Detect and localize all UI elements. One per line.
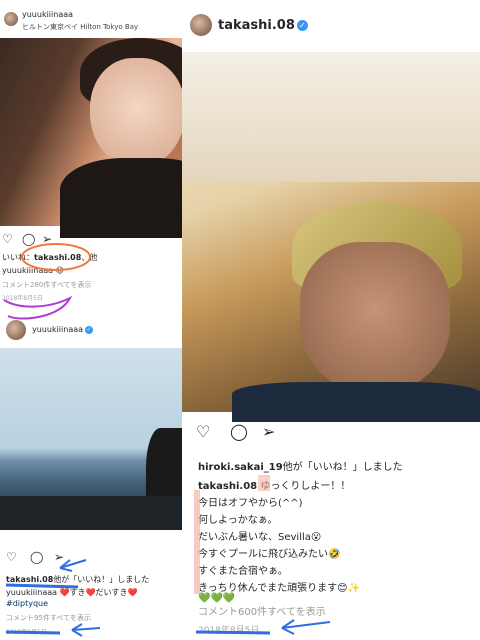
post-actions: ♡ ◯ ➢ <box>182 420 480 444</box>
caption-line: 今すぐプールに飛び込みたい🤣 <box>198 549 341 560</box>
likes-line: いいね：takashi.08、他 <box>2 252 97 263</box>
verified-badge-icon: ✓ <box>296 20 308 31</box>
heart-icon[interactable]: ♡ <box>6 551 17 563</box>
heart-icon[interactable]: ♡ <box>2 233 13 245</box>
likes-suffix: 、他 <box>81 253 98 262</box>
post-location[interactable]: ヒルトン東京ベイ Hilton Tokyo Bay <box>22 22 138 32</box>
share-icon[interactable]: ➢ <box>54 551 64 563</box>
post-photo[interactable] <box>0 348 182 530</box>
caption-user-link[interactable]: takashi.08 <box>198 481 257 492</box>
post-username-row: takashi.08 ✓ <box>218 18 308 33</box>
caption-line: 今日はオフやから(^^) <box>198 498 303 509</box>
likes-line: hiroki.sakai_19他が「いいね！」しました <box>198 458 403 473</box>
comment-icon[interactable]: ◯ <box>30 551 43 563</box>
photo-background <box>182 52 480 182</box>
photo-window-sill <box>0 496 182 530</box>
post-username-row: yuuukiiinaaa ✓ <box>32 325 94 334</box>
photo-face <box>90 58 185 168</box>
post-date: 2018年8月5日 <box>198 626 260 636</box>
post-photo[interactable] <box>182 52 480 422</box>
likes-user-link[interactable]: takashi.08 <box>34 253 81 262</box>
verified-badge-icon: ✓ <box>85 325 94 334</box>
likes-user-link[interactable]: takashi.08 <box>6 575 53 584</box>
likes-line: takashi.08他が「いいね！」しました <box>6 574 149 585</box>
post-date: 2018年8月5日 <box>2 295 43 302</box>
view-comments-link[interactable]: コメント600件すべてを表示 <box>198 603 326 618</box>
avatar[interactable] <box>190 14 212 36</box>
caption-line: すぐまた合宿やぁ。 <box>198 566 288 577</box>
post-card-window: yuuukiiinaaa ✓ ♡ ◯ ➢ takashi.08他が「いいね！」しま… <box>0 312 182 640</box>
view-comments-link[interactable]: コメント95件すべてを表示 <box>6 613 91 623</box>
post-card-selfie: takashi.08 ✓ ♡ ◯ ➢ hiroki.sakai_19他が「いいね！… <box>182 0 480 640</box>
caption-first-line: takashi.08 ゆっくりしよー！！ <box>198 477 350 492</box>
comment-icon[interactable]: ◯ <box>22 233 35 245</box>
avatar[interactable] <box>4 12 18 26</box>
post-caption: yuuukiiinaaa ❤️すき❤️だいすき❤️ <box>6 588 138 597</box>
post-username[interactable]: takashi.08 <box>218 18 295 33</box>
comment-icon[interactable]: ◯ <box>230 424 248 440</box>
likes-suffix: 他が「いいね！」しました <box>53 575 150 584</box>
likes-prefix: いいね： <box>2 253 34 262</box>
photo-face <box>300 242 450 392</box>
heart-icon[interactable]: ♡ <box>196 424 210 440</box>
caption-line: きっちり休んでまた頑張ります😊✨ <box>198 583 360 594</box>
likes-user-link[interactable]: hiroki.sakai_19 <box>198 462 283 473</box>
share-icon[interactable]: ➢ <box>42 233 52 245</box>
post-username[interactable]: yuuukiiinaaa <box>32 325 83 334</box>
caption-line: 何しよっかなぁ。 <box>198 515 278 526</box>
post-caption: yuuukiiinaaa 😉 <box>2 266 64 275</box>
view-comments-link[interactable]: コメント280件すべてを表示 <box>2 280 91 290</box>
post-date: 2018年8月5日 <box>6 629 47 636</box>
avatar[interactable] <box>6 320 26 340</box>
caption-line: ゆっくりしよー！！ <box>260 481 351 492</box>
photo-shirt <box>232 382 480 422</box>
hashtag-link[interactable]: #diptyque <box>6 599 48 608</box>
post-actions: ♡ ◯ ➢ <box>0 548 182 566</box>
post-username[interactable]: yuuukiiinaaa <box>22 10 73 19</box>
likes-suffix: 他が「いいね！」しました <box>282 462 403 473</box>
share-icon[interactable]: ➢ <box>262 424 275 440</box>
caption-line: だいぶん暑いな、Sevilla😮 <box>198 532 322 543</box>
